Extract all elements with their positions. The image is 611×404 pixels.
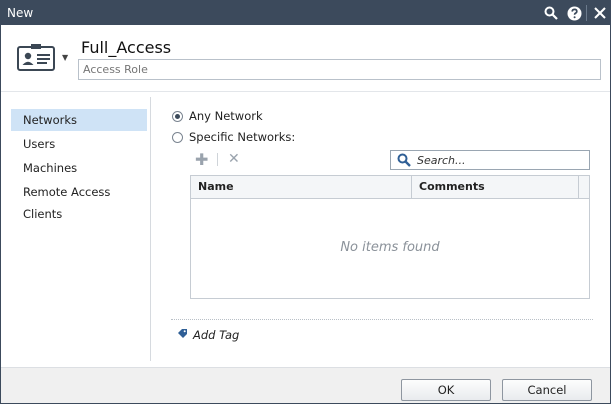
tag-icon — [177, 328, 188, 342]
dialog-footer: OK Cancel — [1, 367, 610, 403]
access-role-icon[interactable] — [17, 43, 55, 71]
sidebar-item-remote-access-clients[interactable]: Remote Access Clients — [11, 181, 147, 221]
ok-button[interactable]: OK — [401, 379, 491, 401]
close-icon[interactable] — [590, 3, 610, 23]
dialog-window: New ▼ Full_Access Netwo — [0, 0, 611, 404]
table-header: Name Comments — [191, 176, 589, 199]
sidebar-item-networks[interactable]: Networks — [11, 109, 147, 131]
column-divider — [578, 176, 579, 198]
delete-icon[interactable]: ✕ — [228, 151, 240, 167]
column-header-comments[interactable]: Comments — [412, 176, 579, 198]
search-input[interactable] — [417, 152, 585, 168]
plus-icon[interactable]: ✚ — [195, 150, 208, 169]
title-bar-divider — [586, 5, 587, 21]
comment-field[interactable] — [78, 59, 601, 80]
specific-networks-radio[interactable] — [172, 131, 183, 143]
add-tag-link[interactable]: Add Tag — [177, 327, 239, 343]
object-name[interactable]: Full_Access — [81, 38, 171, 57]
cancel-button[interactable]: Cancel — [502, 379, 592, 401]
sidebar-nav: Networks Users Machines Remote Access Cl… — [1, 97, 151, 361]
tags-divider — [171, 319, 593, 320]
toolbar-divider — [217, 153, 218, 166]
header-divider — [1, 91, 610, 92]
search-icon — [397, 153, 411, 170]
chevron-down-icon[interactable]: ▼ — [62, 53, 68, 62]
column-header-name[interactable]: Name — [191, 176, 411, 198]
networks-table: Name Comments No items found — [190, 175, 590, 299]
add-tag-label: Add Tag — [193, 328, 240, 342]
title-bar: New — [1, 1, 610, 25]
search-icon[interactable] — [541, 3, 561, 23]
object-header: ▼ Full_Access — [1, 25, 610, 91]
sidebar-item-machines[interactable]: Machines — [11, 157, 147, 179]
sidebar-item-users[interactable]: Users — [11, 133, 147, 155]
empty-message: No items found — [340, 240, 440, 255]
any-network-option[interactable]: Any Network — [172, 108, 263, 124]
any-network-radio[interactable] — [172, 110, 183, 122]
window-title: New — [7, 6, 34, 20]
specific-networks-label: Specific Networks: — [189, 130, 296, 144]
specific-networks-option[interactable]: Specific Networks: — [172, 129, 295, 145]
sidebar-divider — [150, 97, 151, 361]
search-box[interactable] — [390, 150, 590, 170]
any-network-label: Any Network — [189, 109, 263, 123]
help-icon[interactable] — [564, 3, 584, 23]
